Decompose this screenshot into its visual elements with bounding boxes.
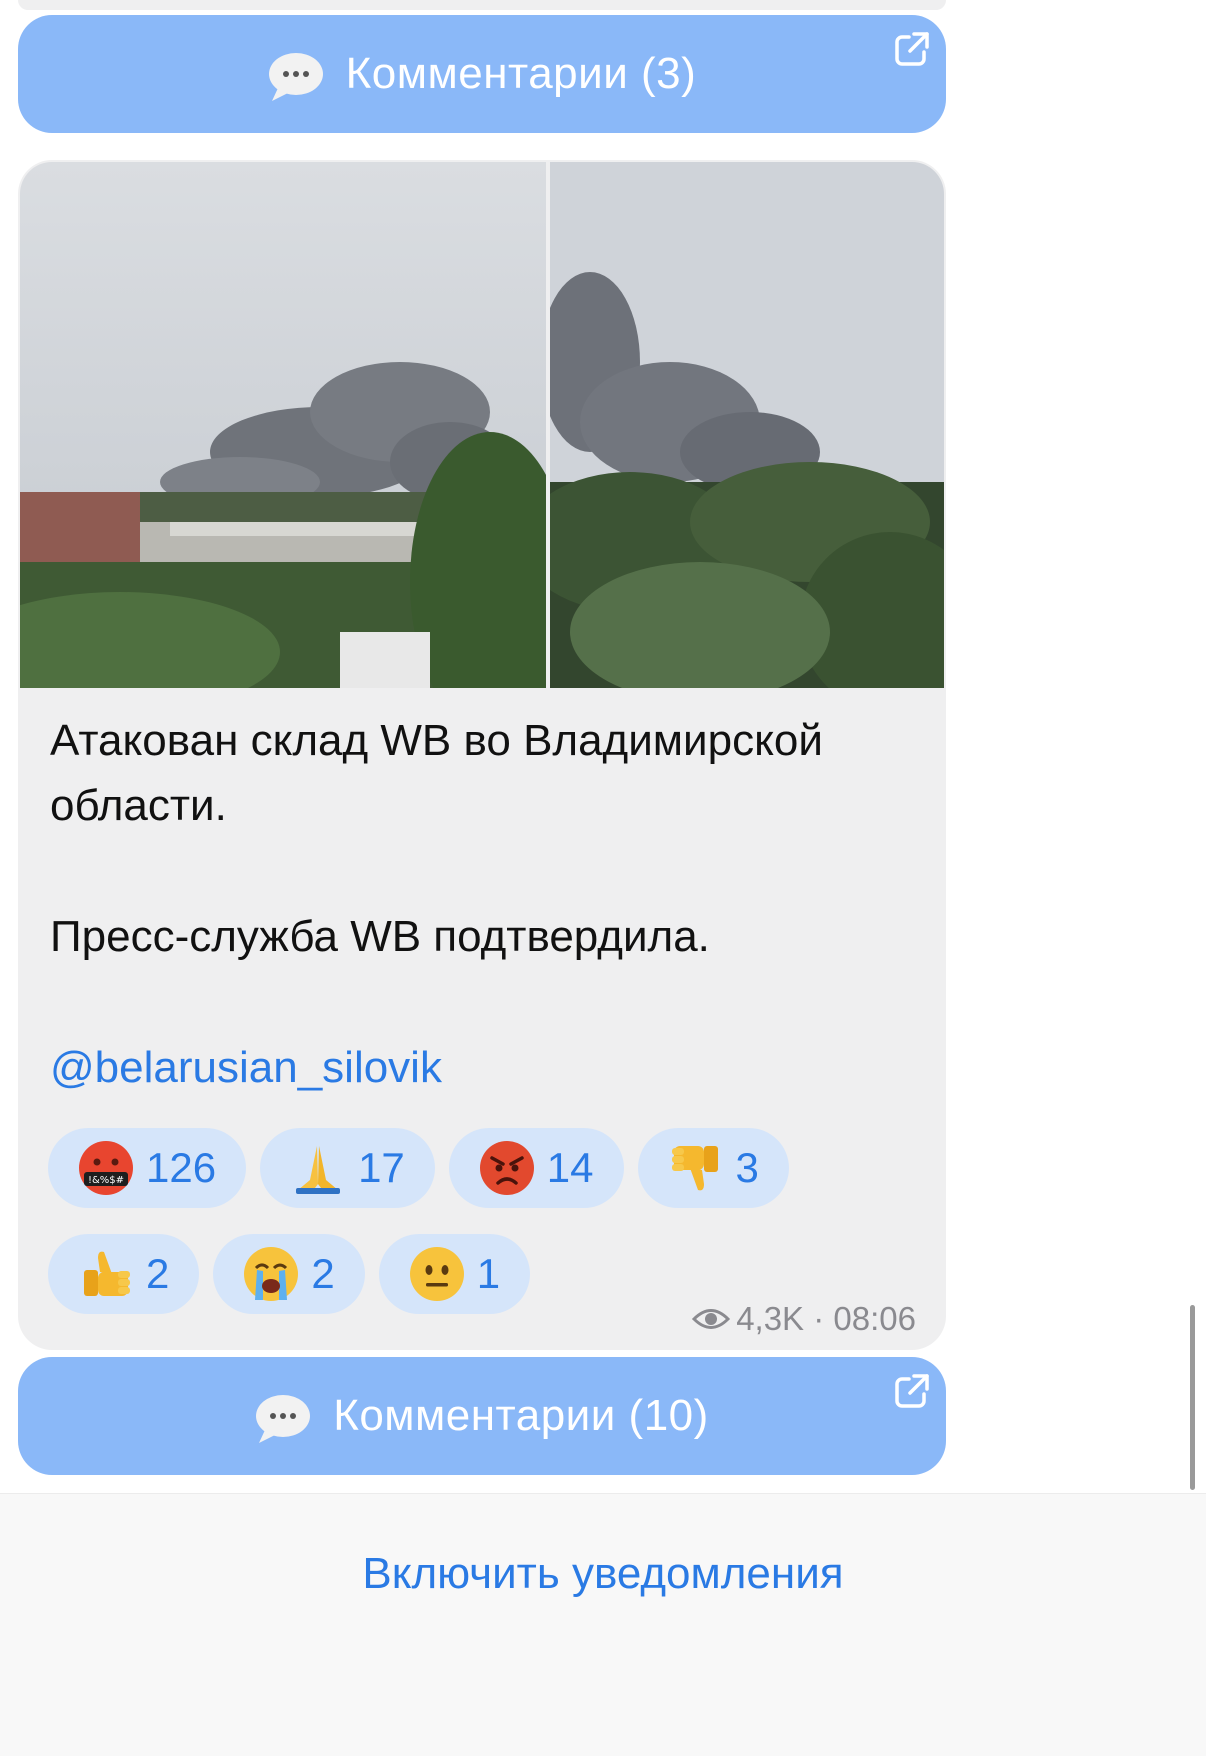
photo-smoke-warehouse[interactable] bbox=[20, 162, 546, 688]
reaction-thumbs-down[interactable]: 3 bbox=[637, 1128, 789, 1208]
comments-button-top[interactable]: Комментарии (3) bbox=[18, 15, 946, 133]
post-text: Атакован склад WB во Владимирской област… bbox=[50, 708, 910, 1100]
post-time: 08:06 bbox=[833, 1300, 916, 1337]
eye-icon bbox=[692, 1309, 731, 1329]
channel-mention-link[interactable]: @belarusian_silovik bbox=[50, 1043, 442, 1092]
reaction-count: 1 bbox=[476, 1250, 501, 1297]
enable-notifications-button[interactable]: Включить уведомления bbox=[0, 1494, 1206, 1654]
reaction-count: 14 bbox=[546, 1144, 594, 1191]
thumbs-up-icon bbox=[78, 1246, 134, 1302]
reaction-pray[interactable]: 17 bbox=[260, 1128, 435, 1208]
photo-smoke-forest[interactable] bbox=[550, 162, 944, 688]
svg-text:!&%$#: !&%$# bbox=[88, 1175, 124, 1186]
media-album[interactable] bbox=[20, 162, 944, 688]
reaction-count: 2 bbox=[311, 1250, 335, 1297]
neutral-face-icon bbox=[409, 1246, 465, 1302]
comments-label: Комментарии (10) bbox=[333, 1391, 709, 1440]
comments-label: Комментарии (3) bbox=[345, 49, 697, 98]
bottom-bar: Включить уведомления bbox=[0, 1493, 1206, 1756]
post-meta: 4,3K · 08:06 bbox=[692, 1300, 916, 1338]
folded-hands-icon bbox=[290, 1140, 346, 1196]
post-paragraph: Атакован склад WB во Владимирской област… bbox=[50, 716, 823, 830]
reaction-angry[interactable]: 14 bbox=[448, 1128, 624, 1208]
speech-bubble-icon bbox=[268, 52, 324, 101]
reaction-count: 2 bbox=[146, 1250, 170, 1297]
reaction-count: 3 bbox=[735, 1144, 759, 1191]
angry-face-icon bbox=[479, 1140, 535, 1196]
reaction-count: 126 bbox=[146, 1144, 217, 1191]
reaction-crying[interactable]: 2 bbox=[213, 1234, 365, 1314]
cursing-face-icon: !&%$# bbox=[78, 1140, 134, 1196]
thumbs-down-icon bbox=[668, 1140, 724, 1196]
external-link-icon bbox=[895, 32, 929, 66]
view-count: 4,3K bbox=[736, 1300, 805, 1337]
crying-face-icon bbox=[243, 1246, 299, 1302]
reaction-thumbs-up[interactable]: 2 bbox=[48, 1234, 200, 1314]
previous-post-bottom bbox=[18, 0, 946, 10]
reaction-neutral[interactable]: 1 bbox=[378, 1234, 531, 1314]
comments-button-bottom[interactable]: Комментарии (10) bbox=[18, 1357, 946, 1475]
speech-bubble-icon bbox=[255, 1394, 311, 1443]
meta-separator: · bbox=[804, 1300, 834, 1337]
channel-post: Атакован склад WB во Владимирской област… bbox=[18, 160, 946, 1350]
reaction-count: 17 bbox=[358, 1144, 405, 1191]
reaction-cursing[interactable]: !&%$# 126 bbox=[48, 1128, 247, 1208]
scrollbar[interactable] bbox=[1190, 1305, 1195, 1490]
external-link-icon bbox=[895, 1374, 929, 1408]
post-paragraph: Пресс-служба WB подтвердила. bbox=[50, 912, 710, 961]
